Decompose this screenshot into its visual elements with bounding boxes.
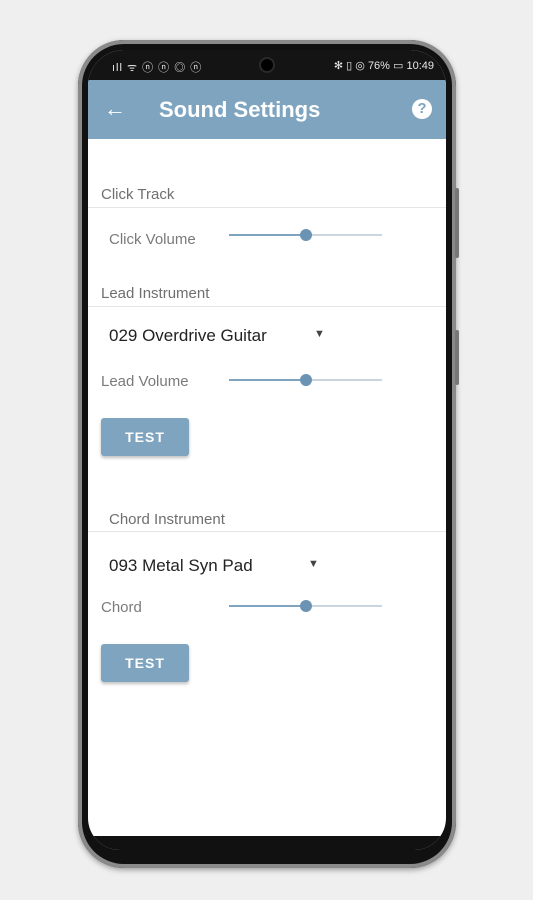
slider-thumb[interactable] [299, 600, 312, 612]
lead-instrument-value: 029 Overdrive Guitar [109, 326, 267, 345]
section-header-lead-instrument: Lead Instrument [101, 285, 210, 302]
lead-volume-slider[interactable] [229, 372, 382, 388]
app-bar: ← Sound Settings ? [88, 80, 446, 139]
slider-fill [229, 605, 306, 607]
section-header-chord-instrument: Chord Instrument [109, 511, 225, 528]
lead-volume-label: Lead Volume [101, 373, 189, 390]
help-icon[interactable]: ? [412, 99, 432, 119]
camera-icon [261, 59, 273, 71]
section-header-click-track: Click Track [101, 186, 175, 203]
slider-fill [229, 234, 306, 236]
divider [88, 306, 446, 307]
page-title: Sound Settings [159, 97, 321, 122]
status-icons-left: ıll ᯤ ⓝ ⓝ ◎ ⓝ [112, 62, 203, 74]
slider-thumb[interactable] [299, 229, 312, 241]
power-button [455, 330, 459, 385]
chord-test-button[interactable]: TEST [101, 644, 189, 682]
chord-instrument-value: 093 Metal Syn Pad [109, 556, 253, 575]
chord-instrument-dropdown[interactable]: 093 Metal Syn Pad ▼ [109, 556, 319, 580]
status-bar: ıll ᯤ ⓝ ⓝ ◎ ⓝ ✻ ▯ ◎ 76% ▭ 10:49 [88, 50, 446, 80]
screen: ıll ᯤ ⓝ ⓝ ◎ ⓝ ✻ ▯ ◎ 76% ▭ 10:49 ← Sound … [88, 50, 446, 850]
lead-instrument-dropdown[interactable]: 029 Overdrive Guitar ▼ [109, 326, 325, 350]
click-volume-slider[interactable] [229, 227, 382, 243]
volume-button [455, 188, 459, 258]
status-icons-right: ✻ ▯ ◎ 76% ▭ 10:49 [333, 60, 434, 72]
chord-volume-slider[interactable] [229, 598, 382, 614]
divider [88, 207, 446, 208]
bottom-bezel [88, 836, 446, 850]
back-arrow-icon[interactable]: ← [104, 96, 126, 122]
lead-test-button[interactable]: TEST [101, 418, 189, 456]
slider-thumb[interactable] [299, 374, 312, 386]
divider [88, 531, 446, 532]
click-volume-label: Click Volume [109, 231, 196, 248]
dropdown-arrow-icon: ▼ [308, 558, 319, 570]
dropdown-arrow-icon: ▼ [314, 328, 325, 340]
slider-fill [229, 379, 306, 381]
chord-volume-label: Chord [101, 599, 142, 616]
